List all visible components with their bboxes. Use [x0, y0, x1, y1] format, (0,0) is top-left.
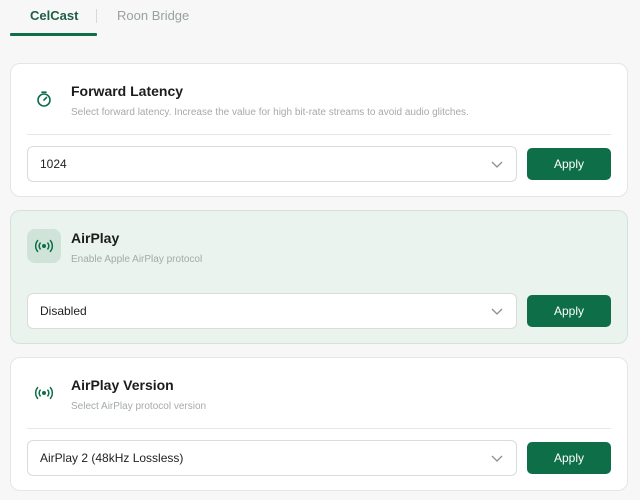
airplay-apply-button[interactable]: Apply — [527, 295, 611, 327]
airplay-version-apply-button[interactable]: Apply — [527, 442, 611, 474]
airplay-card: AirPlay Enable Apple AirPlay protocol Di… — [10, 210, 628, 344]
timer-icon — [27, 82, 61, 116]
tab-separator — [96, 9, 97, 23]
select-value: AirPlay 2 (48kHz Lossless) — [40, 451, 184, 465]
forward-latency-card: Forward Latency Select forward latency. … — [10, 63, 628, 197]
airplay-version-card: AirPlay Version Select AirPlay protocol … — [10, 357, 628, 491]
active-tab-indicator — [10, 33, 97, 36]
setting-title: AirPlay — [71, 230, 120, 246]
setting-description: Select forward latency. Increase the val… — [71, 107, 469, 118]
broadcast-icon — [27, 376, 61, 410]
setting-description: Select AirPlay protocol version — [71, 401, 207, 412]
select-value: 1024 — [40, 157, 67, 171]
chevron-down-icon — [491, 455, 503, 462]
select-value: Disabled — [40, 304, 87, 318]
chevron-down-icon — [491, 308, 503, 315]
tab-roon-bridge[interactable]: Roon Bridge — [117, 8, 189, 23]
airplay-version-select[interactable]: AirPlay 2 (48kHz Lossless) — [27, 440, 517, 476]
forward-latency-apply-button[interactable]: Apply — [527, 148, 611, 180]
setting-title: Forward Latency — [71, 83, 184, 99]
setting-description: Enable Apple AirPlay protocol — [71, 254, 203, 265]
forward-latency-select[interactable]: 1024 — [27, 146, 517, 182]
broadcast-icon — [27, 229, 61, 263]
tab-bar: CelCast Roon Bridge — [0, 0, 640, 36]
setting-title: AirPlay Version — [71, 377, 174, 393]
airplay-select[interactable]: Disabled — [27, 293, 517, 329]
divider — [27, 134, 611, 135]
tab-celcast[interactable]: CelCast — [30, 8, 78, 23]
divider — [27, 428, 611, 429]
chevron-down-icon — [491, 161, 503, 168]
